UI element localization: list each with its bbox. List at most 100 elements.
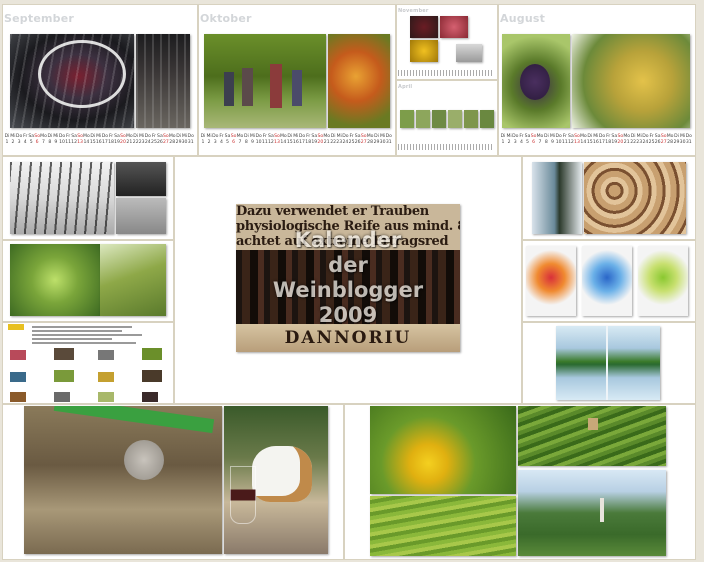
month-label-august: August	[500, 12, 546, 25]
page-september[interactable]: September Di 1 Mi 2 Do 3 Fr 4 Sa 5 So 6 Mo 7 Di 8 Mi 9 Do 1…	[2, 4, 198, 156]
calendar-daynum: 3	[17, 140, 21, 145]
calendar-daynum: 21	[323, 140, 330, 145]
photo-wine-corks[interactable]	[584, 162, 686, 234]
calendar-day: Mo 21	[623, 134, 630, 146]
calendar-day: Mo 7	[537, 134, 544, 146]
photo-april-3[interactable]	[432, 110, 446, 128]
cover-photo-wine-crate[interactable]: Dazu verwendet er Trauben physiologische…	[236, 204, 460, 352]
photo-cellar-man[interactable]	[136, 34, 190, 128]
photo-ripening-grapes[interactable]	[502, 34, 570, 128]
calendar-daynum: 3	[513, 140, 517, 145]
photo-glass-red[interactable]	[526, 246, 576, 316]
calendar-daynum: 10	[59, 140, 65, 145]
photo-bw-cellar[interactable]	[116, 162, 166, 196]
photo-cat-wine-glass[interactable]	[224, 406, 328, 554]
photo-red-wine[interactable]	[440, 16, 468, 38]
page-november[interactable]: November	[396, 4, 498, 80]
cover-title-line-2: der	[328, 253, 368, 277]
index-thumb[interactable]	[10, 392, 26, 402]
photo-golden-grapes[interactable]	[572, 34, 690, 128]
photo-vineyard-terraces[interactable]	[370, 496, 516, 556]
index-text-line	[32, 342, 136, 344]
calendar-daynum: 4	[520, 140, 523, 145]
index-text-line	[32, 338, 112, 340]
calendar-daynum: 17	[599, 140, 605, 145]
page-right-2[interactable]	[522, 240, 696, 322]
photo-autumn-vine-leaves[interactable]	[328, 34, 390, 128]
calendar-daynum: 24	[642, 140, 649, 145]
calendar-day: Do 31	[386, 134, 392, 146]
photo-bw-tools[interactable]	[116, 198, 166, 234]
index-thumb[interactable]	[98, 372, 114, 382]
photo-snowy-vineyard[interactable]	[10, 162, 114, 234]
page-bottom-left[interactable]	[2, 404, 344, 560]
calendar-daynum: 8	[544, 140, 548, 145]
page-oktober[interactable]: Oktober Di 1 Mi 2 Do 3 Fr 4 Sa 5 So 6 Mo 7 Di 8 Mi 9 Do 10 F…	[198, 4, 396, 156]
green-rack	[53, 406, 215, 434]
calendar-daynum: 21	[623, 140, 630, 145]
hanging-glasses	[124, 440, 164, 480]
page-left-1[interactable]	[2, 156, 174, 240]
index-thumb[interactable]	[54, 370, 74, 382]
photo-april-1[interactable]	[400, 110, 414, 128]
photo-green-grape-bunch[interactable]	[10, 244, 100, 316]
calendar-daynum: 10	[255, 140, 262, 145]
calendar-day: Mo 14	[580, 134, 587, 146]
index-text-line	[32, 334, 142, 336]
photo-glass-blue[interactable]	[582, 246, 632, 316]
calendar-daynum: 7	[42, 140, 45, 145]
photo-april-2[interactable]	[416, 110, 430, 128]
index-thumb[interactable]	[98, 392, 114, 402]
calendar-daynum: 9	[54, 140, 58, 145]
calendar-daynum: 9	[550, 140, 554, 145]
index-thumb[interactable]	[142, 392, 158, 402]
index-thumb[interactable]	[54, 392, 70, 402]
page-bottom-right[interactable]	[344, 404, 696, 560]
photo-grape-harvest[interactable]	[204, 34, 326, 128]
photo-red-grapes[interactable]	[410, 16, 438, 38]
index-thumb[interactable]	[54, 348, 74, 360]
page-cover[interactable]: Dazu verwendet er Trauben physiologische…	[174, 156, 522, 404]
photo-vine-blossom[interactable]	[100, 244, 166, 316]
photo-yellow-leaf[interactable]	[410, 40, 438, 62]
photo-rustic-glasses[interactable]	[24, 406, 222, 554]
photo-mosel-valley[interactable]	[518, 470, 666, 556]
calendar-daynum: 14	[580, 140, 587, 145]
index-thumb[interactable]	[10, 372, 26, 382]
photo-april-6[interactable]	[480, 110, 494, 128]
index-thumb[interactable]	[142, 370, 162, 382]
calendar-daynum: 1	[501, 140, 505, 145]
calendar-daynum: 17	[101, 140, 108, 145]
calendar-daynum: 1	[5, 140, 9, 145]
page-left-2[interactable]	[2, 240, 174, 322]
page-right-1[interactable]	[522, 156, 696, 240]
page-april[interactable]: April	[396, 80, 498, 156]
calendar-daynum: 8	[244, 140, 248, 145]
page-august[interactable]: August Di 1 Mi 2 Do 3 Fr 4 Sa 5 So 6 Mo 7 Di 8 Mi 9 Do 10 Fr…	[498, 4, 696, 156]
photo-glass-green[interactable]	[638, 246, 688, 316]
calendar-daynum: 10	[555, 140, 562, 145]
photo-april-5[interactable]	[464, 110, 478, 128]
calendar-daynum: 24	[144, 140, 151, 145]
index-text-line	[32, 326, 132, 328]
calendar-daynum: 6	[35, 140, 39, 145]
calendar-daynum: 31	[685, 140, 692, 145]
photo-mirrored-vineyard[interactable]	[556, 326, 660, 400]
wine-glass	[230, 466, 256, 524]
cat	[252, 446, 312, 502]
photo-vineyard-rows-hut[interactable]	[518, 406, 666, 466]
calendar-daynum: 9	[250, 140, 254, 145]
photo-wine-bottle[interactable]	[532, 162, 582, 234]
index-thumb[interactable]	[98, 350, 114, 360]
page-right-3[interactable]	[522, 322, 696, 404]
calendar-daynum: 31	[187, 140, 194, 145]
calendar-daynum: 2	[11, 140, 15, 145]
photo-april-4[interactable]	[448, 110, 462, 128]
photo-bottle-still[interactable]	[456, 44, 482, 62]
index-thumb[interactable]	[10, 350, 26, 360]
index-thumb[interactable]	[142, 348, 162, 360]
photo-wine-barrels[interactable]	[10, 34, 134, 128]
photo-dandelions[interactable]	[370, 406, 516, 494]
church-tower	[600, 498, 604, 522]
page-index[interactable]	[2, 322, 174, 404]
